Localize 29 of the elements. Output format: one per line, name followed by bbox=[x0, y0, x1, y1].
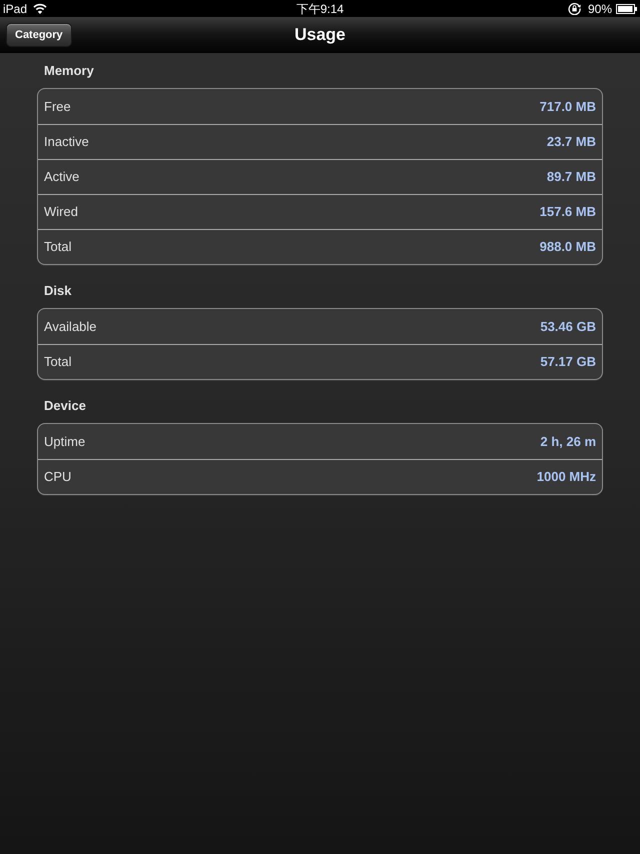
section-header: Memory bbox=[43, 63, 95, 80]
row-label: Active bbox=[44, 168, 80, 186]
row-value: 57.17 GB bbox=[540, 353, 596, 372]
row-value: 23.7 MB bbox=[546, 133, 596, 152]
row-label: Free bbox=[44, 98, 71, 116]
section-header: Device bbox=[43, 398, 87, 415]
row-value: 1000 MHz bbox=[536, 468, 596, 486]
row-label: Total bbox=[44, 238, 72, 256]
row-value: 53.46 GB bbox=[540, 318, 596, 336]
page-title: Usage bbox=[294, 26, 346, 43]
row-value: 157.6 MB bbox=[540, 203, 596, 222]
row-value: 89.7 MB bbox=[546, 168, 596, 186]
row-label: Total bbox=[44, 353, 72, 372]
battery-icon bbox=[616, 4, 637, 14]
row-label: Uptime bbox=[44, 432, 86, 451]
row-value: 717.0 MB bbox=[540, 98, 596, 116]
row-label: Wired bbox=[44, 203, 78, 222]
row-value: 988.0 MB bbox=[540, 238, 596, 256]
row-label: Inactive bbox=[44, 133, 89, 152]
wifi-icon bbox=[33, 3, 48, 14]
row-label: Available bbox=[44, 318, 97, 336]
back-button[interactable]: Category bbox=[6, 23, 72, 47]
section-header: Disk bbox=[43, 283, 72, 300]
row-value: 2 h, 26 m bbox=[540, 432, 596, 451]
device-name: iPad bbox=[3, 2, 28, 14]
battery-percentage: 90% bbox=[588, 2, 612, 14]
row-label: CPU bbox=[44, 468, 72, 486]
rotation-lock-icon bbox=[568, 2, 581, 15]
status-time: 下午9:14 bbox=[296, 2, 344, 14]
